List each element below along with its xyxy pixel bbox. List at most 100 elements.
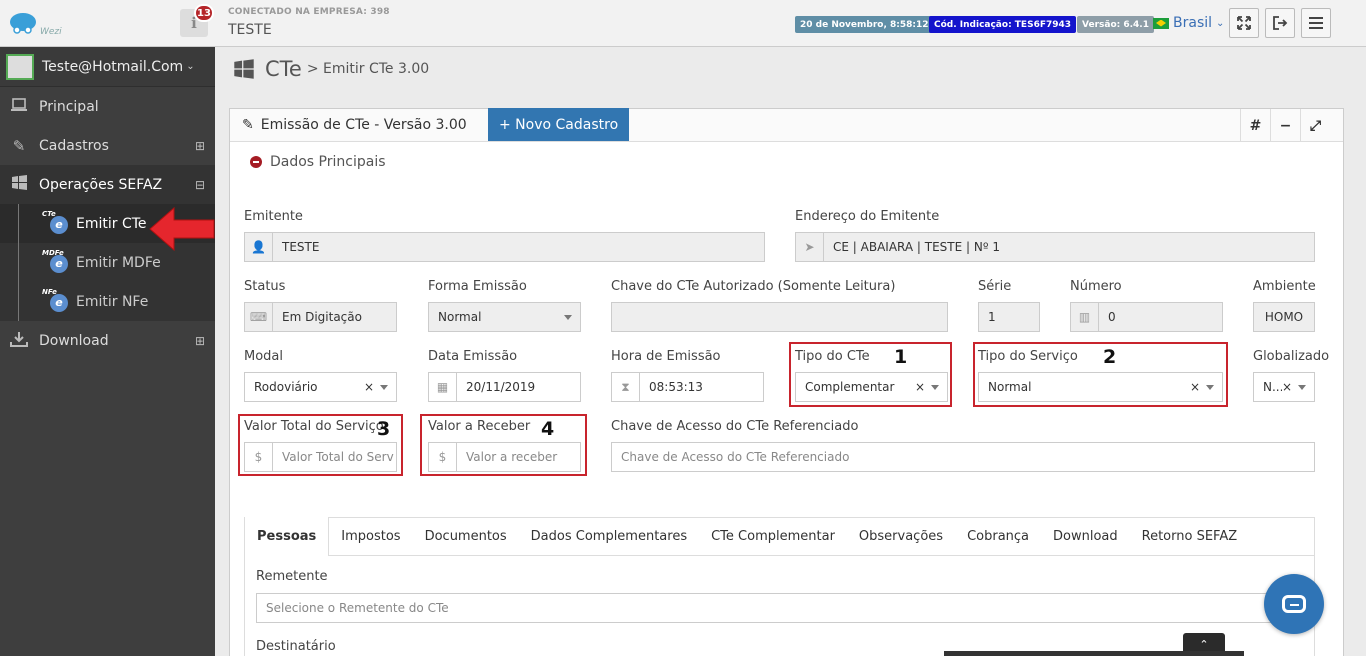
endereco-label: Endereço do Emitente: [795, 209, 940, 224]
forma-emissao-value: Normal: [438, 310, 482, 324]
hourglass-icon: ⧗: [612, 373, 640, 401]
modal-label: Modal: [244, 349, 283, 364]
sidebar-item-download[interactable]: Download ⊞: [0, 321, 215, 360]
expand-icon[interactable]: ⊞: [195, 334, 205, 348]
hora-emissao-field[interactable]: ⧗ 08:53:13: [611, 372, 764, 402]
forma-emissao-select[interactable]: Normal: [428, 302, 581, 332]
caret-down-icon: [1298, 384, 1306, 390]
sidebar-item-label: Operações SEFAZ: [39, 176, 163, 193]
tab-documentos[interactable]: Documentos: [413, 517, 519, 555]
status-label: Status: [244, 279, 286, 294]
user-menu[interactable]: Teste@Hotmail.Com ⌄: [0, 47, 215, 87]
red-arrow-annotation-icon: [149, 206, 215, 252]
data-emissao-label: Data Emissão: [428, 349, 518, 364]
connected-company-label: CONECTADO NA EMPRESA: 398: [228, 7, 390, 17]
expand-icon[interactable]: ⊞: [195, 139, 205, 153]
tabs-container: Pessoas Impostos Documentos Dados Comple…: [244, 517, 1315, 656]
clear-icon[interactable]: ×: [1282, 380, 1292, 394]
annotation-number-1: 1: [894, 346, 908, 368]
panel-header: ✎ Emissão de CTe - Versão 3.00 + Novo Ca…: [230, 108, 1343, 142]
ambiente-value: HOMO: [1264, 310, 1304, 324]
chevron-up-icon: ⌃: [1199, 638, 1209, 651]
chave-referenciado-input[interactable]: Chave de Acesso do CTe Referenciado: [611, 442, 1315, 472]
serie-field: 1: [978, 302, 1040, 332]
fullscreen-button[interactable]: [1229, 8, 1259, 38]
section-title-text: Dados Principais: [270, 154, 386, 170]
sidebar: Teste@Hotmail.Com ⌄ Principal ✎ Cadastro…: [0, 47, 215, 656]
windows-icon: [234, 59, 254, 79]
tab-bar: Pessoas Impostos Documentos Dados Comple…: [245, 517, 1314, 556]
caret-down-icon: [564, 314, 572, 320]
tab-download[interactable]: Download: [1041, 517, 1130, 555]
serie-label: Série: [978, 279, 1012, 294]
chave-autorizado-label: Chave do CTe Autorizado (Somente Leitura…: [611, 279, 896, 294]
logout-button[interactable]: [1265, 8, 1295, 38]
avatar: [6, 53, 34, 80]
endereco-value: CE | ABAIARA | TESTE | Nº 1: [833, 240, 1000, 254]
chave-referenciado-placeholder: Chave de Acesso do CTe Referenciado: [621, 450, 850, 464]
nfe-doc-icon: NFe e: [42, 288, 72, 314]
windows-icon: [8, 175, 30, 194]
mdfe-doc-icon: MDFe e: [42, 249, 72, 275]
sidebar-item-label: Cadastros: [39, 137, 109, 154]
sidebar-item-cadastros[interactable]: ✎ Cadastros ⊞: [0, 126, 215, 165]
collapse-panel-button[interactable]: −: [1270, 109, 1300, 142]
destinatario-label: Destinatário: [256, 639, 336, 654]
cloud-truck-logo-icon[interactable]: [8, 8, 38, 38]
calendar-icon: ▦: [429, 373, 457, 401]
new-record-button[interactable]: + Novo Cadastro: [488, 108, 630, 141]
modal-value: Rodoviário: [254, 380, 318, 394]
clear-icon[interactable]: ×: [364, 380, 374, 394]
cte-doc-icon: CTe e: [42, 210, 72, 236]
chave-autorizado-field: [611, 302, 948, 332]
tab-impostos[interactable]: Impostos: [329, 517, 412, 555]
data-emissao-value: 20/11/2019: [466, 380, 536, 394]
ambiente-label: Ambiente: [1253, 279, 1316, 294]
endereco-field: ➤ CE | ABAIARA | TESTE | Nº 1: [795, 232, 1315, 262]
annotation-number-3: 3: [377, 418, 391, 440]
company-name: TESTE: [228, 22, 272, 38]
minus-circle-icon: [250, 156, 262, 168]
brazil-flag-icon: [1153, 17, 1169, 29]
tab-retorno-sefaz[interactable]: Retorno SEFAZ: [1130, 517, 1250, 555]
expand-panel-button[interactable]: ⤢: [1300, 109, 1330, 142]
logo-text: Wezi: [40, 27, 62, 37]
menu-button[interactable]: [1301, 8, 1331, 38]
breadcrumb-current: > Emitir CTe 3.00: [306, 61, 430, 77]
sidebar-item-label: Principal: [39, 98, 99, 115]
sidebar-item-principal[interactable]: Principal: [0, 87, 215, 126]
globalizado-select[interactable]: N... ×: [1253, 372, 1315, 402]
sidebar-item-label: Download: [39, 332, 109, 349]
tab-observacoes[interactable]: Observações: [847, 517, 955, 555]
language-selector[interactable]: Brasil ⌄: [1153, 15, 1224, 31]
laptop-icon: [8, 97, 30, 116]
datetime-badge: 20 de Novembro, 8:58:12: [795, 16, 934, 33]
version-badge: Versão: 6.4.1: [1077, 16, 1154, 33]
chat-button[interactable]: [1264, 574, 1324, 634]
collapse-icon[interactable]: ⊟: [195, 178, 205, 192]
forma-emissao-label: Forma Emissão: [428, 279, 527, 294]
caret-down-icon: [380, 384, 388, 390]
download-icon: [8, 331, 30, 351]
remetente-select[interactable]: Selecione o Remetente do CTe: [256, 593, 1305, 623]
tab-pessoas[interactable]: Pessoas: [245, 517, 330, 556]
modal-select[interactable]: Rodoviário ×: [244, 372, 397, 402]
tab-dados-complementares[interactable]: Dados Complementares: [519, 517, 699, 555]
breadcrumb: CTe > Emitir CTe 3.00: [233, 57, 429, 81]
status-field: ⌨ Em Digitação: [244, 302, 397, 332]
tab-cobranca[interactable]: Cobrança: [955, 517, 1041, 555]
sidebar-item-operacoes-sefaz[interactable]: Operações SEFAZ ⊟: [0, 165, 215, 204]
globalizado-label: Globalizado: [1253, 349, 1330, 364]
data-emissao-field[interactable]: ▦ 20/11/2019: [428, 372, 581, 402]
breadcrumb-root: CTe: [265, 57, 302, 81]
chave-referenciado-label: Chave de Acesso do CTe Referenciado: [611, 419, 859, 434]
panel-title: ✎ Emissão de CTe - Versão 3.00: [230, 117, 488, 133]
status-value: Em Digitação: [282, 310, 362, 324]
sidebar-item-emitir-nfe[interactable]: NFe e Emitir NFe: [0, 282, 215, 321]
section-dados-principais[interactable]: Dados Principais: [250, 154, 386, 170]
tab-cte-complementar[interactable]: CTe Complementar: [699, 517, 847, 555]
hash-button[interactable]: #: [1240, 109, 1270, 142]
remetente-placeholder: Selecione o Remetente do CTe: [266, 601, 449, 615]
bottom-toolbar: [944, 651, 1244, 656]
annotation-number-4: 4: [541, 418, 555, 440]
